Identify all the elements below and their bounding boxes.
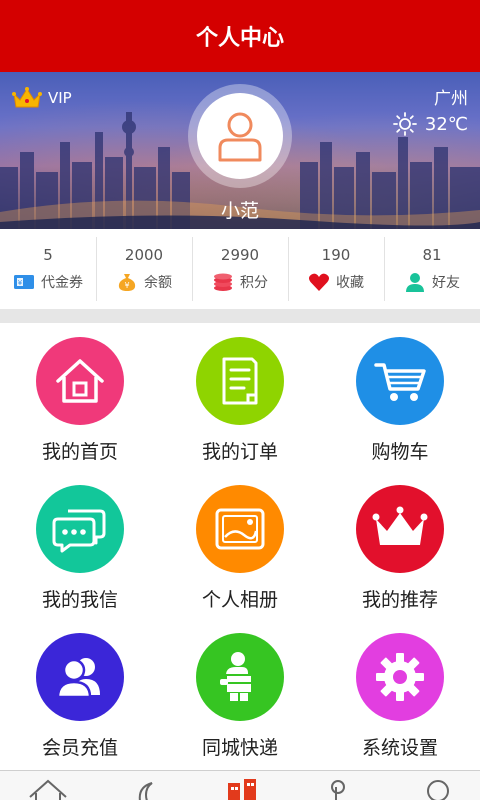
- menu-item-cart[interactable]: 购物车: [320, 337, 480, 464]
- money-bag-icon: ¥: [118, 274, 136, 291]
- search-tab-icon[interactable]: [420, 777, 460, 800]
- avatar[interactable]: [188, 84, 292, 188]
- menu-item-label: 会员充值: [41, 737, 118, 759]
- menu-item-label: 购物车: [371, 441, 429, 463]
- cart-icon: [374, 363, 426, 401]
- home-icon: [56, 359, 104, 403]
- menu-item-courier[interactable]: 同城快递: [160, 633, 320, 760]
- friend-icon: [406, 273, 424, 292]
- moon-tab-icon[interactable]: [128, 777, 168, 800]
- stat-vouchers[interactable]: 5 ¥ 代金券: [0, 229, 96, 309]
- menu-item-home[interactable]: 我的首页: [0, 337, 160, 464]
- menu-item-recommend[interactable]: 我的推荐: [320, 485, 480, 612]
- city-label: 广州: [434, 89, 468, 109]
- menu-item-recharge[interactable]: 会员充值: [0, 633, 160, 760]
- menu-item-album[interactable]: 个人相册: [160, 485, 320, 612]
- menu-item-label: 我的我信: [41, 589, 118, 611]
- stat-label: 收藏: [336, 275, 364, 291]
- section-divider: [0, 309, 480, 323]
- message-icon: [52, 509, 106, 553]
- coins-icon: [214, 273, 232, 291]
- home-tab-icon[interactable]: [28, 777, 68, 800]
- courier-icon: [220, 652, 253, 701]
- touch-tab-icon[interactable]: [320, 777, 360, 800]
- stat-points[interactable]: 2990 积分: [192, 229, 288, 309]
- stat-balance[interactable]: 2000 ¥ 余额: [96, 229, 192, 309]
- menu-item-label: 同城快递: [201, 737, 278, 759]
- stat-value: 5: [43, 246, 53, 264]
- sun-icon: [392, 112, 417, 136]
- stat-label: 余额: [144, 275, 172, 291]
- building-tab-icon[interactable]: [222, 775, 262, 800]
- vip-badge[interactable]: VIP: [12, 86, 72, 110]
- order-icon: [222, 357, 258, 405]
- menu-item-orders[interactable]: 我的订单: [160, 337, 320, 464]
- username: 小范: [220, 200, 259, 222]
- album-icon: [215, 508, 265, 550]
- menu-item-label: 个人相册: [201, 589, 278, 611]
- stat-label: 积分: [240, 275, 268, 291]
- menu-item-settings[interactable]: 系统设置: [320, 633, 480, 760]
- stats-bar: 5 ¥ 代金券 2000 ¥ 余额 2990 积分 190 收藏 81 好友: [0, 229, 480, 309]
- stat-friends[interactable]: 81 好友: [384, 229, 480, 309]
- stat-favorites[interactable]: 190 收藏: [288, 229, 384, 309]
- ticket-icon: ¥: [14, 275, 34, 289]
- menu-item-label: 我的推荐: [361, 589, 438, 611]
- stat-label: 好友: [432, 275, 460, 291]
- stat-value: 190: [321, 246, 351, 264]
- user-avatar-icon: [218, 112, 262, 162]
- menu-item-label: 我的订单: [201, 441, 278, 463]
- stat-value: 2990: [220, 246, 260, 264]
- menu-item-label: 我的首页: [41, 441, 118, 463]
- svg-text:¥: ¥: [18, 279, 23, 287]
- stat-value: 2000: [124, 246, 164, 264]
- bottom-tab-bar: [0, 770, 480, 800]
- menu-item-messages[interactable]: 我的我信: [0, 485, 160, 612]
- stat-value: 81: [422, 246, 442, 264]
- members-icon: [56, 658, 100, 699]
- weather-info: 32℃: [392, 112, 468, 136]
- profile-banner: VIP 广州 32℃ 小范: [0, 72, 480, 229]
- title-bar: 个人中心: [0, 0, 480, 72]
- stat-label: 代金券: [41, 275, 83, 291]
- vip-label: VIP: [48, 89, 72, 107]
- heart-icon: [308, 273, 330, 291]
- gear-icon: [376, 653, 424, 701]
- menu-item-label: 系统设置: [361, 737, 438, 759]
- crown-icon: [12, 87, 42, 108]
- temperature-label: 32℃: [424, 113, 468, 135]
- crown-icon: [372, 506, 428, 545]
- page-title: 个人中心: [195, 26, 284, 51]
- svg-text:¥: ¥: [124, 281, 129, 290]
